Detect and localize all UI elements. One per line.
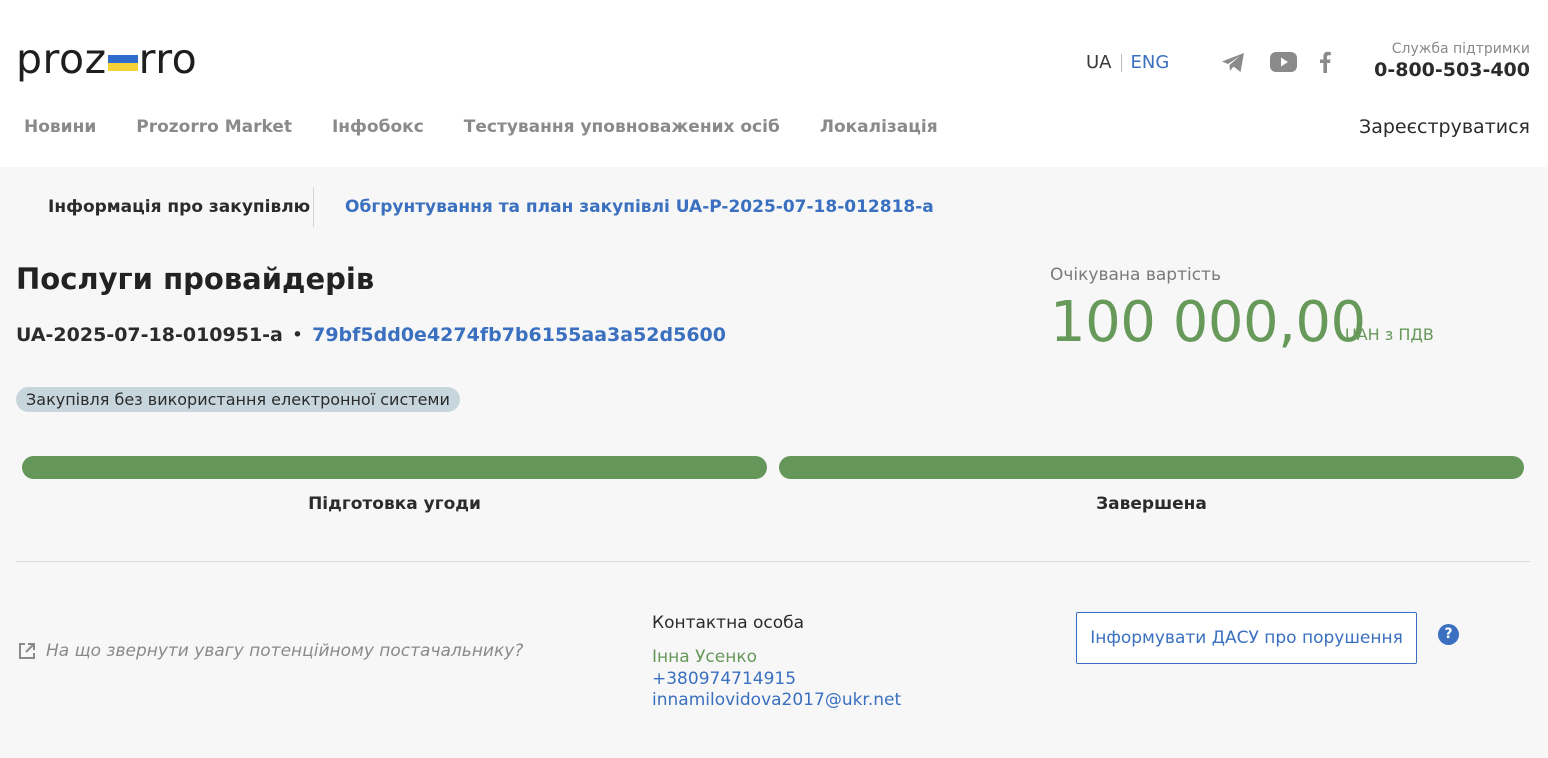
stage-label-completed: Завершена	[1096, 494, 1207, 514]
stage-progress-bar-preparation	[22, 456, 767, 479]
page-title: Послуги провайдерів	[16, 262, 375, 296]
external-link-icon	[19, 643, 35, 659]
main-nav: Новини Prozorro Market Інфобокс Тестуван…	[24, 117, 978, 137]
stage-label-preparation: Підготовка угоди	[308, 494, 481, 514]
id-separator: •	[291, 324, 304, 346]
nav-item-news[interactable]: Новини	[24, 117, 96, 137]
nav-item-market[interactable]: Prozorro Market	[136, 117, 292, 137]
expected-value-amount: 100 000,00	[1050, 290, 1366, 355]
register-link[interactable]: Зареєструватися	[1359, 116, 1530, 138]
support-phone[interactable]: 0-800-503-400	[1374, 59, 1530, 81]
language-switcher: UA ENG	[1086, 52, 1169, 73]
stage-progress-bar-completed	[779, 456, 1524, 479]
facebook-icon[interactable]	[1318, 50, 1332, 74]
nav-item-testing[interactable]: Тестування уповноважених осіб	[464, 117, 780, 137]
help-icon[interactable]: ?	[1438, 624, 1459, 645]
lang-ua[interactable]: UA	[1086, 52, 1112, 73]
ukraine-flag-icon	[107, 55, 138, 71]
expected-value-label: Очікувана вартість	[1050, 265, 1221, 285]
expected-value-currency: UAH з ПДВ	[1345, 325, 1434, 344]
tender-identifiers: UA-2025-07-18-010951-a • 79bf5dd0e4274fb…	[16, 324, 726, 346]
section-divider	[16, 561, 1530, 562]
youtube-icon[interactable]	[1270, 50, 1297, 74]
telegram-icon[interactable]	[1220, 50, 1246, 74]
contact-email[interactable]: innamilovidova2017@ukr.net	[652, 690, 901, 710]
lang-eng[interactable]: ENG	[1131, 52, 1170, 73]
contact-phone[interactable]: +380974714915	[652, 669, 796, 689]
tender-hash-link[interactable]: 79bf5dd0e4274fb7b6155aa3a52d5600	[312, 324, 726, 346]
supplier-hint-link[interactable]: На що звернути увагу потенційному постач…	[18, 641, 523, 661]
prozorro-logo[interactable]: proz rro	[16, 30, 197, 80]
site-header: proz rro UA ENG Служба підтримки 0-800-5…	[0, 0, 1548, 167]
lang-separator	[1120, 53, 1122, 72]
tender-id: UA-2025-07-18-010951-a	[16, 324, 283, 346]
contact-name: Інна Усенко	[652, 647, 758, 667]
contact-person-label: Контактна особа	[652, 613, 805, 633]
tab-procurement-plan[interactable]: Обгрунтування та план закупівлі UA-P-202…	[345, 197, 934, 217]
inform-dasu-button[interactable]: Інформувати ДАСУ про порушення	[1076, 612, 1417, 664]
tab-divider	[313, 187, 314, 227]
nav-item-localization[interactable]: Локалізація	[820, 117, 938, 137]
nav-item-infobox[interactable]: Інфобокс	[332, 117, 424, 137]
tab-procurement-info[interactable]: Інформація про закупівлю	[48, 197, 310, 217]
support-label: Служба підтримки	[1391, 41, 1530, 57]
supplier-hint-text: На що звернути увагу потенційному постач…	[46, 641, 524, 661]
procurement-type-badge: Закупівля без використання електронної с…	[16, 387, 460, 412]
